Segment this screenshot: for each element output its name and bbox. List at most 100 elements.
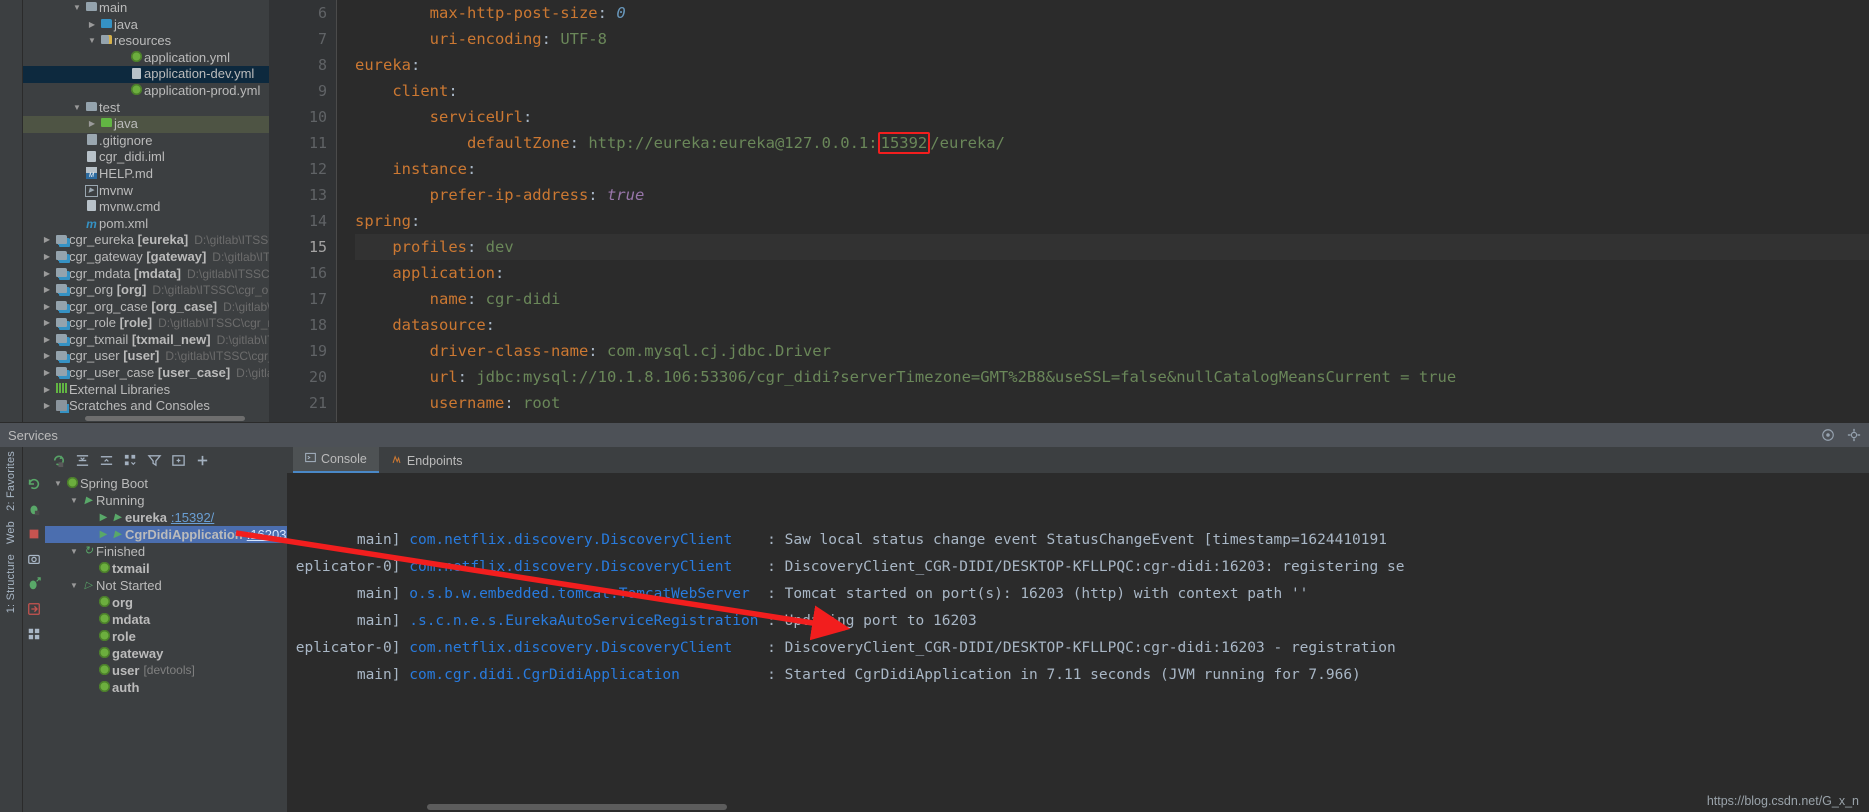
project-tree-item[interactable]: ▶ cgr_user [user] D:\gitlab\ITSSC\cgr_user [23,348,269,365]
project-tree-item[interactable]: ▶ cgr_org [org] D:\gitlab\ITSSC\cgr_org [23,282,269,299]
project-tree-item[interactable]: ▶ java [23,17,269,34]
layout-icon[interactable] [27,627,41,641]
service-tree-item[interactable]: txmail [45,560,287,577]
expand-all-icon[interactable] [75,453,90,468]
console-tab-bar[interactable]: Console Endpoints [287,447,1869,473]
console-tab-console[interactable]: Console [293,447,379,473]
profile-icon[interactable] [27,577,41,591]
project-tree-item[interactable]: ▶ cgr_txmail [txmail_new] D:\gitlab\ITSSC\… [23,332,269,349]
project-tree-item[interactable]: application-dev.yml [23,66,269,83]
service-tree-item[interactable]: ▼ ▶ Running [45,492,287,509]
stop-icon[interactable] [27,527,41,541]
rerun-icon[interactable] [27,477,41,491]
code-line[interactable]: datasource: [355,312,1869,338]
project-tree-item[interactable]: ▶ java [23,116,269,133]
chevron-right-icon[interactable]: ▶ [40,249,54,266]
project-tree-item[interactable]: m pom.xml [23,216,269,233]
code-line[interactable]: prefer-ip-address: true [355,182,1869,208]
chevron-right-icon[interactable]: ▶ [40,282,54,299]
rerun-icon[interactable] [51,453,66,468]
code-line[interactable]: application: [355,260,1869,286]
project-tree-horizontal-scrollbar[interactable] [85,416,245,421]
project-tree-item[interactable]: ▶ cgr_gateway [gateway] D:\gitlab\ITSSC\cg… [23,249,269,266]
chevron-right-icon[interactable]: ▶ [40,315,54,332]
group-by-icon[interactable] [123,453,138,468]
project-tree-item[interactable]: ▶ cgr_mdata [mdata] D:\gitlab\ITSSC\cgr_md… [23,266,269,283]
service-tree-item[interactable]: ▶ ▶ eureka:15392/ [45,509,287,526]
code-line[interactable]: uri-encoding: UTF-8 [355,26,1869,52]
service-tree-item[interactable]: ▶ ▶ CgrDidiApplication:16203/ [45,526,287,543]
chevron-right-icon[interactable]: ▶ [40,398,54,415]
chevron-right-icon[interactable]: ▶ [40,266,54,283]
project-tree-item[interactable]: ▼ test [23,100,269,117]
project-tree-item[interactable]: ▶ cgr_user_case [user_case] D:\gitlab\ITSS… [23,365,269,382]
chevron-right-icon[interactable]: ▶ [40,232,54,249]
add-service-icon[interactable] [195,453,210,468]
service-tree-item[interactable]: role [45,628,287,645]
console-horizontal-scrollbar[interactable] [427,804,727,810]
chevron-down-icon[interactable]: ▼ [70,0,84,17]
code-line[interactable]: username: root [355,390,1869,416]
project-tree-item[interactable]: ▼ resources [23,33,269,50]
chevron-down-icon[interactable]: ▼ [67,492,81,509]
service-tree-item[interactable]: ▼ Spring Boot [45,475,287,492]
code-line[interactable]: client: [355,78,1869,104]
chevron-right-icon[interactable]: ▶ [40,348,54,365]
project-tree[interactable]: ▼ main ▶ java ▼ resources application.yml appli… [23,0,269,422]
chevron-right-icon[interactable]: ▶ [40,382,54,399]
project-tree-item[interactable]: ▶ cgr_org_case [org_case] D:\gitlab\ITSSC\… [23,299,269,316]
chevron-right-icon[interactable]: ▶ [85,116,99,133]
code-line[interactable]: url: jdbc:mysql://10.1.8.106:53306/cgr_d… [355,364,1869,390]
service-tree-item[interactable]: auth [45,679,287,696]
show-in-new-window-icon[interactable] [171,453,186,468]
project-tree-item[interactable]: application-prod.yml [23,83,269,100]
chevron-down-icon[interactable]: ▼ [85,33,99,50]
toolwindow-button-structure[interactable]: 1: Structure [5,554,17,613]
code-line[interactable]: driver-class-name: com.mysql.cj.jdbc.Dri… [355,338,1869,364]
code-line[interactable]: spring: [355,208,1869,234]
services-tool-window-header[interactable]: Services [0,422,1869,447]
settings-target-icon[interactable] [1821,428,1835,442]
project-tree-item[interactable]: HELP.md [23,166,269,183]
chevron-right-icon[interactable]: ▶ [40,332,54,349]
code-line[interactable]: eureka: [355,52,1869,78]
code-line[interactable]: defaultZone: http://eureka:eureka@127.0.… [355,130,1869,156]
project-tree-item[interactable]: ▶ Scratches and Consoles [23,398,269,415]
gear-icon[interactable] [1847,428,1861,442]
chevron-down-icon[interactable]: ▼ [67,543,81,560]
chevron-down-icon[interactable]: ▼ [67,577,81,594]
service-url-link[interactable]: :15392/ [171,509,214,526]
service-tree-item[interactable]: ▼ ▷ Not Started [45,577,287,594]
chevron-right-icon[interactable]: ▶ [40,299,54,316]
project-tree-item[interactable]: ▶ cgr_eureka [eureka] D:\gitlab\ITSSC\cgr_… [23,232,269,249]
toolwindow-button-favorites[interactable]: 2: Favorites [5,451,17,511]
chevron-right-icon[interactable]: ▶ [85,17,99,34]
code-line[interactable]: serviceUrl: [355,104,1869,130]
service-tree-item[interactable]: mdata [45,611,287,628]
chevron-down-icon[interactable]: ▼ [51,475,65,492]
screenshot-icon[interactable] [27,552,41,566]
project-tree-item[interactable]: cgr_didi.iml [23,149,269,166]
code-editor[interactable]: 6 7 8 9 10 11 12 13 14 15 16 17 18 19 20 21 max-http-po… [269,0,1869,422]
project-tree-item[interactable]: .gitignore [23,133,269,150]
chevron-down-icon[interactable]: ▼ [70,100,84,117]
code-line[interactable]: name: cgr-didi [355,286,1869,312]
chevron-right-icon[interactable]: ▶ [40,365,54,382]
filter-icon[interactable] [147,453,162,468]
code-line[interactable]: profiles: dev [355,234,1869,260]
service-tree-item[interactable]: user [devtools] [45,662,287,679]
collapse-all-icon[interactable] [99,453,114,468]
project-tree-item[interactable]: application.yml [23,50,269,67]
project-tree-item[interactable]: ▶ External Libraries [23,382,269,399]
project-tree-item[interactable]: ▶ cgr_role [role] D:\gitlab\ITSSC\cgr_role [23,315,269,332]
service-tree-item[interactable]: org [45,594,287,611]
console-tab-endpoints[interactable]: Endpoints [379,448,475,473]
service-tree-item[interactable]: gateway [45,645,287,662]
code-line[interactable]: max-http-post-size: 0 [355,0,1869,26]
project-tree-item[interactable]: mvnw.cmd [23,199,269,216]
service-url-link[interactable]: :16203/ [247,526,287,543]
exit-icon[interactable] [27,602,41,616]
services-tree[interactable]: ▼ Spring Boot ▼ ▶ Running ▶ ▶ eureka:15392/▶ ▶ Cg… [45,473,287,812]
console-log-output[interactable]: main] com.netflix.discovery.DiscoveryCli… [287,473,1869,812]
code-line[interactable]: instance: [355,156,1869,182]
